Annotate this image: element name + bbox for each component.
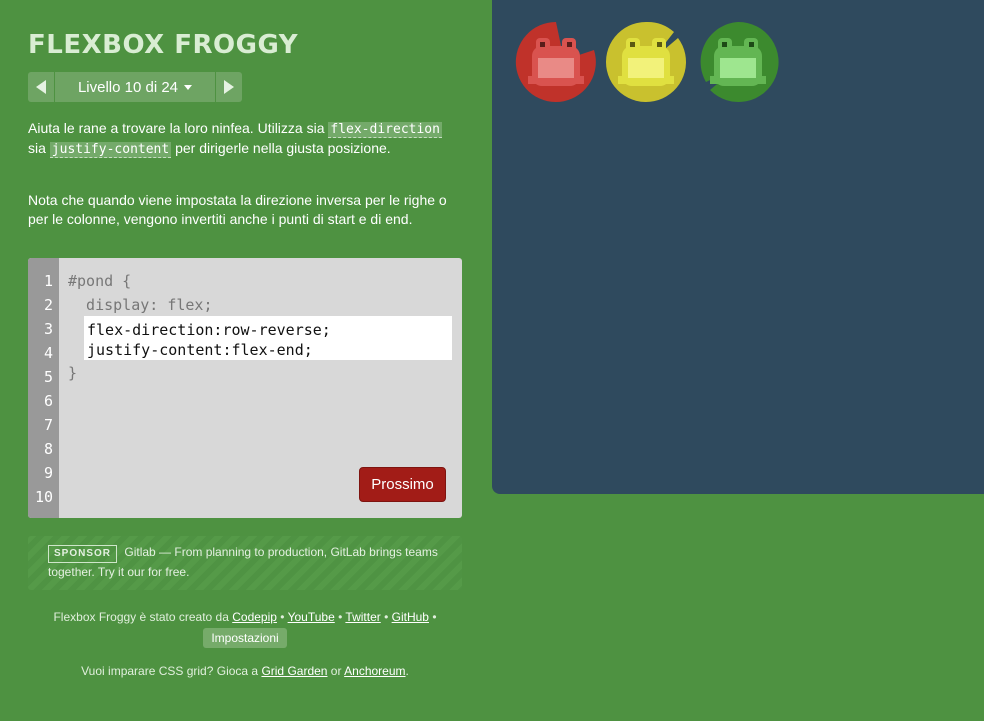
code-line-selector: #pond {	[68, 272, 132, 290]
youtube-link[interactable]: YouTube	[288, 610, 335, 624]
footer-more-games: Vuoi imparare CSS grid? Gioca a Grid Gar…	[28, 664, 462, 678]
more-games-text: Vuoi imparare CSS grid? Gioca a	[81, 664, 262, 678]
line-number: 1	[43, 272, 53, 290]
line-number: 6	[43, 392, 53, 410]
line-number: 3	[43, 320, 53, 338]
line-number: 5	[43, 368, 53, 386]
css-editor: 1 2 3 4 5 6 7 8 9 10 #pond { display: fl…	[28, 258, 462, 518]
instructions-text: per dirigerle nella giusta posizione.	[171, 140, 391, 156]
twitter-link[interactable]: Twitter	[345, 610, 380, 624]
settings-button[interactable]: Impostazioni	[203, 628, 287, 648]
codepip-link[interactable]: Codepip	[232, 610, 277, 624]
level-indicator-dropdown[interactable]: Livello 10 di 24	[55, 72, 215, 102]
separator: •	[428, 610, 437, 624]
level-navigation: Livello 10 di 24	[28, 72, 242, 102]
footer-credits: Flexbox Froggy è stato creato da Codepip…	[28, 607, 462, 648]
line-number: 2	[43, 296, 53, 314]
period-text: .	[405, 664, 409, 678]
sponsor-banner[interactable]: SPONSOR Gitlab — From planning to produc…	[28, 536, 462, 590]
or-text: or	[327, 664, 345, 678]
instructions-paragraph-2: Nota che quando viene impostata la direz…	[28, 192, 447, 227]
red-lilypad-with-frog	[515, 21, 596, 102]
separator: •	[276, 610, 288, 624]
line-number-gutter: 1 2 3 4 5 6 7 8 9 10	[28, 258, 59, 518]
sponsor-badge: SPONSOR	[48, 545, 118, 563]
instructions-paragraph-1: Aiuta le rane a trovare la loro ninfea. …	[28, 119, 458, 159]
separator: •	[334, 610, 346, 624]
keyword-flex-direction[interactable]: flex-direction	[328, 122, 442, 138]
level-label: Livello 10 di 24	[77, 78, 179, 96]
caret-down-icon	[184, 84, 193, 90]
pond	[492, 0, 984, 494]
next-button[interactable]: Prossimo	[359, 467, 446, 502]
github-link[interactable]: GitHub	[392, 610, 429, 624]
separator: •	[380, 610, 392, 624]
triangle-left-icon	[36, 80, 46, 94]
line-number: 9	[43, 464, 53, 482]
page-title: FLEXBOX FROGGY	[28, 30, 299, 60]
triangle-right-icon	[224, 80, 234, 94]
line-number: 7	[43, 416, 53, 434]
css-code-input[interactable]	[84, 316, 452, 360]
keyword-justify-content[interactable]: justify-content	[49, 142, 172, 158]
line-number: 10	[34, 488, 53, 506]
instructions-text: sia	[28, 140, 50, 156]
previous-level-button[interactable]	[28, 72, 55, 102]
sidebar: FLEXBOX FROGGY Livello 10 di 24 Aiuta le…	[0, 0, 492, 721]
instructions-text: Aiuta le rane a trovare la loro ninfea. …	[28, 120, 329, 136]
yellow-lilypad-with-frog	[606, 21, 686, 103]
code-line-display: display: flex;	[68, 296, 213, 314]
line-number: 4	[43, 344, 53, 362]
next-level-button[interactable]	[215, 72, 242, 102]
credit-text: Flexbox Froggy è stato creato da	[53, 610, 233, 624]
code-line-closing-brace: }	[68, 364, 78, 382]
line-number: 8	[43, 440, 53, 458]
anchoreum-link[interactable]: Anchoreum	[344, 664, 405, 678]
grid-garden-link[interactable]: Grid Garden	[261, 664, 327, 678]
green-lilypad-with-frog	[700, 21, 779, 102]
